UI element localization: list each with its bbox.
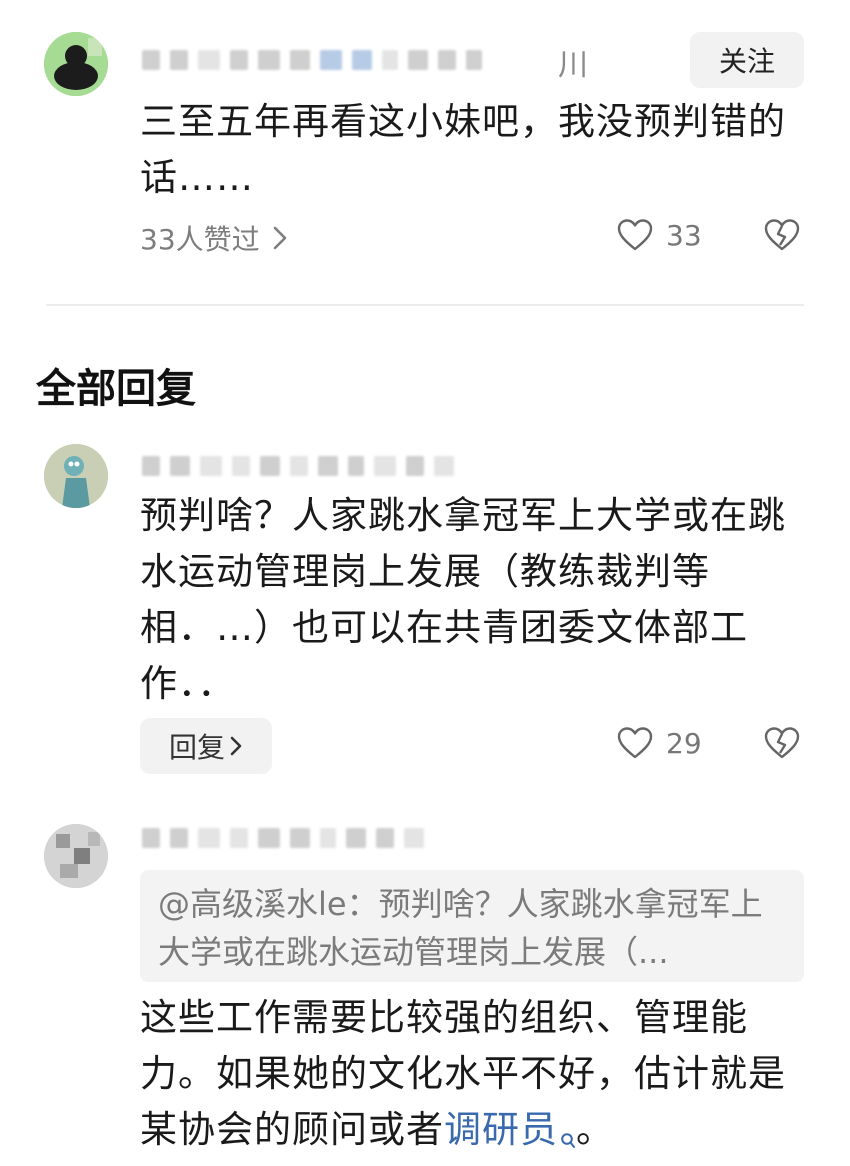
quoted-reply[interactable]: @高级溪水le：预判啥？人家跳水拿冠军上大学或在跳水运动管理岗上发展（...	[140, 870, 804, 982]
search-icon	[560, 1110, 576, 1166]
reply-text-end: 。	[576, 1108, 614, 1151]
replier-username[interactable]	[142, 456, 454, 476]
username-suffix: 川	[558, 48, 588, 83]
chevron-right-icon	[272, 225, 288, 251]
comment-text: 三至五年再看这小妹吧，我没预判错的话……	[140, 100, 786, 199]
heart-outline-icon	[616, 218, 654, 252]
follow-button[interactable]: 关注	[690, 32, 804, 88]
divider	[46, 304, 804, 306]
like-button[interactable]: 33	[616, 218, 702, 252]
search-keyword-text: 调研员	[444, 1108, 558, 1151]
broken-heart-icon	[763, 726, 801, 760]
chevron-right-icon	[229, 735, 243, 757]
reply-button[interactable]: 回复	[140, 718, 272, 774]
reply-text: 预判啥？人家跳水拿冠军上大学或在跳水运动管理岗上发展（教练裁判等相．…）也可以在…	[140, 494, 786, 705]
like-count: 29	[666, 726, 702, 760]
likes-summary-text: 33人赞过	[140, 223, 260, 256]
dislike-button[interactable]	[763, 218, 801, 252]
search-keyword-link[interactable]: 调研员	[444, 1108, 576, 1151]
like-count: 33	[666, 218, 702, 252]
likes-summary-link[interactable]: 33人赞过	[140, 218, 288, 258]
replier-avatar[interactable]	[44, 444, 108, 508]
section-title: 全部回复	[36, 366, 196, 412]
replier-avatar[interactable]	[44, 824, 108, 888]
replier-username[interactable]	[142, 828, 424, 848]
reply-text: 这些工作需要比较强的组织、管理能力。如果她的文化水平不好，估计就是某协会的顾问或…	[140, 990, 800, 1166]
dislike-button[interactable]	[763, 726, 801, 760]
heart-outline-icon	[616, 726, 654, 760]
reply-label: 回复	[168, 731, 225, 764]
broken-heart-icon	[763, 218, 801, 252]
commenter-username[interactable]	[142, 50, 482, 70]
like-button[interactable]: 29	[616, 726, 702, 760]
commenter-avatar[interactable]	[44, 32, 108, 96]
